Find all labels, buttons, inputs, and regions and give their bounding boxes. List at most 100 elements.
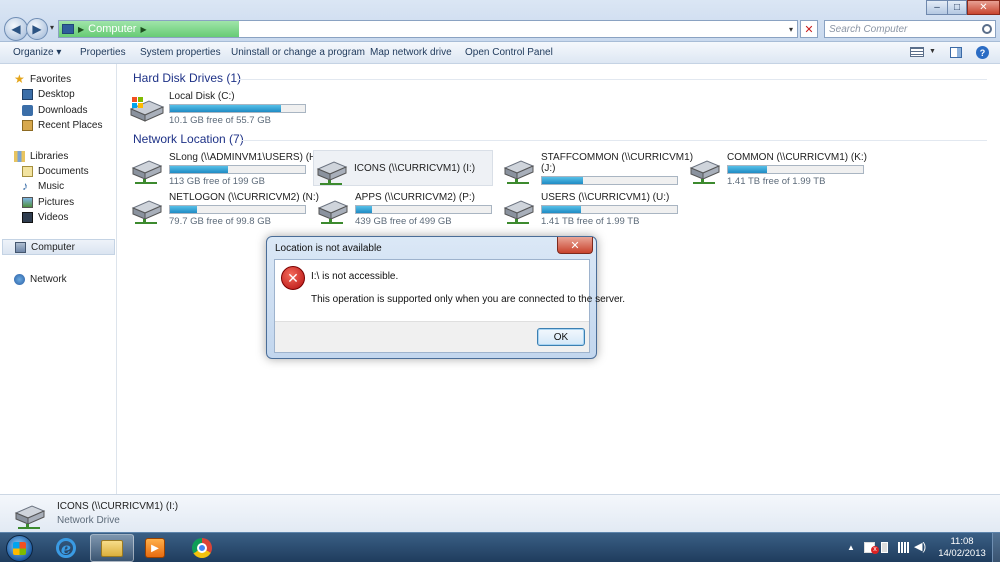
drive-name: USERS (\\CURRICVM1) (U:) <box>541 192 670 203</box>
breadcrumb-computer[interactable]: Computer <box>88 23 136 35</box>
nav-pictures-label: Pictures <box>38 196 75 208</box>
clock-time: 11:08 <box>950 536 974 547</box>
recent-places-icon <box>22 119 33 131</box>
drive-usage-bar <box>541 205 678 214</box>
media-player-icon: ▶ <box>145 538 165 558</box>
nav-documents[interactable]: Documents <box>22 163 89 179</box>
folder-icon <box>101 539 123 557</box>
drive-name: ICONS (\\CURRICVM1) (I:) <box>354 163 476 174</box>
breadcrumb-separator-icon[interactable]: ▶ <box>78 25 84 34</box>
navigation-pane: ★ Favorites Desktop Downloads Recent Pla… <box>0 64 117 494</box>
system-properties-button[interactable]: System properties <box>140 47 221 58</box>
nav-videos-label: Videos <box>38 211 69 223</box>
forward-button[interactable]: ▶ <box>26 18 48 40</box>
taskbar-internet-explorer[interactable]: e <box>44 534 88 562</box>
network-icon <box>14 273 25 285</box>
nav-downloads[interactable]: Downloads <box>22 102 87 118</box>
nav-favorites[interactable]: ★ Favorites <box>14 71 71 87</box>
computer-icon <box>15 241 26 253</box>
drive-usage-bar <box>541 176 678 185</box>
drive-usage-bar <box>727 165 864 174</box>
drive-usage-fill <box>542 206 582 213</box>
nav-network[interactable]: Network <box>14 271 67 287</box>
change-view-icon[interactable] <box>910 47 924 57</box>
details-pane: ICONS (\\CURRICVM1) (I:) Network Drive <box>0 494 1000 532</box>
nav-desktop[interactable]: Desktop <box>22 86 75 102</box>
drive-name: COMMON (\\CURRICVM1) (K:) <box>727 152 867 163</box>
taskbar-windows-explorer[interactable] <box>90 534 134 562</box>
nav-pictures[interactable]: Pictures <box>22 194 74 210</box>
drive-netlogon-n[interactable]: NETLOGON (\\CURRICVM2) (N:) 79.7 GB free… <box>129 190 319 227</box>
group-header-network-location[interactable]: Network Location (7) <box>133 132 244 146</box>
nav-videos[interactable]: Videos <box>22 209 68 225</box>
map-network-drive-button[interactable]: Map network drive <box>370 47 452 58</box>
search-input[interactable]: Search Computer <box>824 20 996 38</box>
location-not-available-dialog: Location is not available ✕ ✕ I:\ is not… <box>266 236 625 359</box>
network-drive-icon <box>14 505 46 529</box>
drive-icons-i[interactable]: ICONS (\\CURRICVM1) (I:) <box>313 150 493 186</box>
libraries-icon <box>14 150 25 162</box>
open-control-panel-button[interactable]: Open Control Panel <box>465 47 553 58</box>
drive-slong-h[interactable]: SLong (\\ADMINVM1\USERS) (H:) 113 GB fre… <box>129 150 322 187</box>
drive-name: Local Disk (C:) <box>169 91 235 102</box>
drive-usage-fill <box>728 166 768 173</box>
properties-button[interactable]: Properties <box>80 47 126 58</box>
drive-users-u[interactable]: USERS (\\CURRICVM1) (U:) 1.41 TB free of… <box>501 190 681 227</box>
nav-downloads-label: Downloads <box>38 104 88 116</box>
address-dropdown-icon[interactable]: ▾ <box>784 20 798 38</box>
group-header-hard-disk[interactable]: Hard Disk Drives (1) <box>133 71 241 85</box>
power-icon[interactable] <box>881 542 888 553</box>
breadcrumb-separator-icon[interactable]: ▶ <box>140 25 146 34</box>
nav-recent-places[interactable]: Recent Places <box>22 117 102 133</box>
nav-libraries[interactable]: Libraries <box>14 148 68 164</box>
view-options-dropdown-icon[interactable]: ▼ <box>929 48 936 55</box>
back-button[interactable]: ◀ <box>4 17 28 41</box>
network-signal-icon[interactable] <box>898 542 909 553</box>
drive-apps-p[interactable]: APPS (\\CURRICVM2) (P:) 439 GB free of 4… <box>315 190 495 227</box>
drive-name: STAFFCOMMON (\\CURRICVM1) <box>541 152 694 163</box>
dialog-message: I:\ is not accessible. <box>311 271 399 282</box>
minimize-button[interactable]: – <box>926 0 948 15</box>
organize-button[interactable]: Organize ▾ <box>13 47 61 58</box>
help-icon[interactable]: ? <box>976 46 989 59</box>
drive-name: SLong (\\ADMINVM1\USERS) (H:) <box>169 152 323 163</box>
nav-computer[interactable]: Computer <box>2 239 115 255</box>
nav-network-label: Network <box>30 273 67 285</box>
group-divider <box>242 140 987 141</box>
clock[interactable]: 11:08 14/02/2013 <box>932 536 992 560</box>
show-desktop-button[interactable] <box>992 533 1000 562</box>
ok-button[interactable]: OK <box>537 328 585 346</box>
address-bar[interactable]: ▶ Computer ▶ <box>58 20 798 38</box>
volume-icon[interactable]: ◀) <box>914 542 928 553</box>
dialog-close-button[interactable]: ✕ <box>557 237 593 254</box>
action-center-flag-icon[interactable] <box>864 542 879 554</box>
drive-usage-fill <box>170 206 197 213</box>
taskbar-chrome[interactable] <box>180 534 224 562</box>
recent-pages-dropdown-icon[interactable]: ▾ <box>50 23 54 32</box>
window-close-button[interactable]: ✕ <box>967 0 1000 15</box>
music-icon: ♪ <box>22 178 28 193</box>
drive-common-k[interactable]: COMMON (\\CURRICVM1) (K:) 1.41 TB free o… <box>687 150 867 187</box>
drive-local-c[interactable]: Local Disk (C:) 10.1 GB free of 55.7 GB <box>129 89 309 126</box>
drive-name: NETLOGON (\\CURRICVM2) (N:) <box>169 192 319 203</box>
computer-location-icon <box>62 24 74 34</box>
maximize-button[interactable]: □ <box>947 0 967 15</box>
nav-music[interactable]: ♪ Music <box>22 178 64 194</box>
command-bar: Organize ▾ Properties System properties … <box>0 42 1000 64</box>
drive-usage-fill <box>542 177 583 184</box>
taskbar-media-player[interactable]: ▶ <box>133 534 177 562</box>
network-drive-icon <box>317 200 349 224</box>
address-stop-icon[interactable]: ✕ <box>800 20 818 38</box>
drive-usage-bar <box>355 205 492 214</box>
show-hidden-icons-icon[interactable]: ▲ <box>847 543 855 552</box>
uninstall-program-button[interactable]: Uninstall or change a program <box>231 47 365 58</box>
drive-staffcommon-j[interactable]: STAFFCOMMON (\\CURRICVM1) (J:) <box>501 150 693 186</box>
desktop-icon <box>22 88 33 100</box>
drive-letter: (J:) <box>541 163 556 174</box>
preview-pane-icon[interactable] <box>950 47 962 58</box>
downloads-icon <box>22 104 33 116</box>
group-divider <box>237 79 987 80</box>
search-icon[interactable] <box>982 24 992 34</box>
dialog-body: ✕ I:\ is not accessible. This operation … <box>274 259 625 353</box>
nav-music-label: Music <box>38 180 65 192</box>
